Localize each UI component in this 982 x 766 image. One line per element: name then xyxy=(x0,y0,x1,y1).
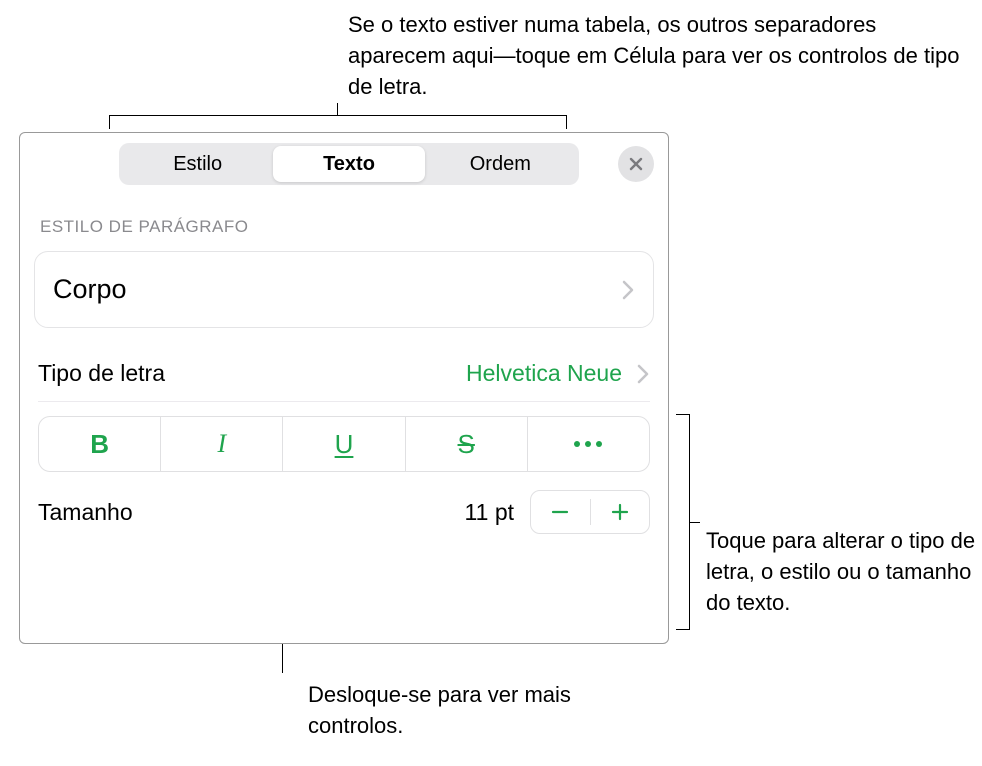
bracket-right-stem xyxy=(690,522,700,523)
close-button[interactable] xyxy=(618,146,654,182)
size-decrease-button[interactable] xyxy=(531,491,590,533)
text-style-button-group: B I U S xyxy=(38,416,650,472)
font-row[interactable]: Tipo de letra Helvetica Neue xyxy=(38,360,650,402)
size-value: 11 pt xyxy=(465,499,514,526)
tab-text[interactable]: Texto xyxy=(273,146,424,182)
underline-button[interactable]: U xyxy=(283,417,405,471)
paragraph-style-section-label: ESTILO DE PARÁGRAFO xyxy=(20,195,668,245)
italic-button[interactable]: I xyxy=(161,417,283,471)
chevron-right-icon xyxy=(636,363,650,385)
size-stepper xyxy=(530,490,650,534)
bold-button[interactable]: B xyxy=(39,417,161,471)
tab-segmented-control: Estilo Texto Ordem xyxy=(119,143,579,185)
plus-icon xyxy=(610,502,630,522)
font-label: Tipo de letra xyxy=(38,360,165,387)
strikethrough-button[interactable]: S xyxy=(406,417,528,471)
size-increase-button[interactable] xyxy=(591,491,650,533)
panel-header: Estilo Texto Ordem xyxy=(20,133,668,195)
paragraph-style-row[interactable]: Corpo xyxy=(34,251,654,328)
more-icon xyxy=(574,441,602,447)
minus-icon xyxy=(550,502,570,522)
bracket-top xyxy=(109,115,567,129)
size-row: Tamanho 11 pt xyxy=(38,490,650,534)
size-label: Tamanho xyxy=(38,499,133,526)
bracket-top-stem xyxy=(337,103,338,115)
callout-tabs: Se o texto estiver numa tabela, os outro… xyxy=(348,10,968,102)
format-panel: Estilo Texto Ordem ESTILO DE PARÁGRAFO C… xyxy=(19,132,669,644)
close-icon xyxy=(628,156,644,172)
tab-style[interactable]: Estilo xyxy=(122,146,273,182)
more-text-options-button[interactable] xyxy=(528,417,649,471)
chevron-right-icon xyxy=(621,279,635,301)
callout-font-controls: Toque para alterar o tipo de letra, o es… xyxy=(706,526,976,618)
callout-scroll: Desloque-se para ver mais controlos. xyxy=(308,680,608,742)
paragraph-style-value: Corpo xyxy=(53,274,127,305)
bracket-right xyxy=(676,414,690,630)
font-value: Helvetica Neue xyxy=(466,360,622,387)
tab-order[interactable]: Ordem xyxy=(425,146,576,182)
